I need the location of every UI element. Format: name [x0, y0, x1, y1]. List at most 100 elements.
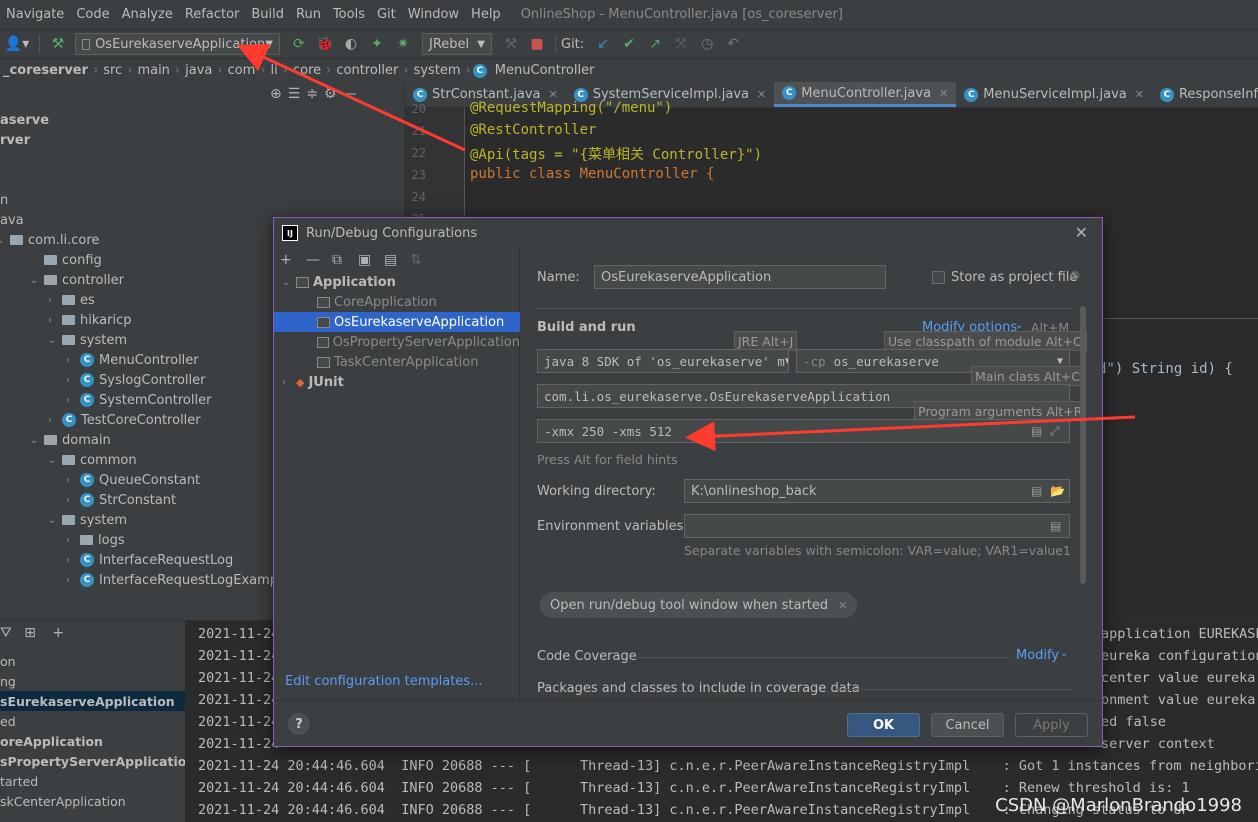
tree-item[interactable]: › hikaricp: [48, 310, 131, 330]
run-list-item[interactable]: oreApplication: [0, 731, 185, 751]
cancel-button[interactable]: Cancel: [931, 713, 1004, 737]
tree-item[interactable]: › C TestCoreController: [48, 410, 201, 430]
tree-item[interactable]: rver: [0, 130, 30, 150]
breadcrumb-item[interactable]: com: [225, 63, 259, 78]
profile-icon[interactable]: ✦: [366, 33, 388, 55]
add-icon[interactable]: +: [52, 625, 64, 641]
tree-item[interactable]: › C StrConstant: [66, 490, 176, 510]
close-icon[interactable]: ✕: [1135, 88, 1144, 101]
gear-icon[interactable]: ⚙: [324, 86, 337, 102]
menu-item-tools[interactable]: Tools: [327, 7, 371, 22]
config-item[interactable]: TaskCenterApplication: [274, 352, 520, 372]
folder-browse-icon[interactable]: 📂: [1050, 484, 1065, 498]
git-commit-icon[interactable]: ✔: [618, 33, 640, 55]
tree-item[interactable]: › C InterfaceRequestLogExample: [66, 570, 290, 590]
remove-config-icon[interactable]: —: [306, 252, 320, 268]
sort-config-icon[interactable]: ⇅: [410, 252, 422, 268]
breadcrumb-item[interactable]: src: [100, 63, 125, 78]
program-args-input[interactable]: -xmx 250 -xms 512: [537, 419, 1070, 443]
breadcrumb-item[interactable]: java: [182, 63, 215, 78]
chevron-right-icon[interactable]: ›: [66, 355, 80, 366]
chevron-right-icon[interactable]: ›: [48, 315, 62, 326]
config-item[interactable]: OsEurekaserveApplication: [274, 312, 520, 332]
tree-junit-node[interactable]: › ◆ JUnit: [274, 372, 520, 392]
chevron-down-icon[interactable]: ⌄: [48, 515, 62, 526]
close-icon[interactable]: ✕: [757, 88, 766, 101]
help-icon[interactable]: ?: [288, 713, 310, 735]
stop-icon[interactable]: ■: [526, 33, 548, 55]
breadcrumb-item[interactable]: controller: [333, 63, 401, 78]
tree-item[interactable]: ⌄ com.li.core: [0, 230, 99, 250]
working-dir-input[interactable]: K:\onlineshop_back: [684, 479, 1070, 503]
tree-item[interactable]: › C SystemController: [66, 390, 211, 410]
run-list-item[interactable]: skCenterApplication: [0, 791, 185, 811]
jre-select[interactable]: java 8 SDK of 'os_eurekaserve' m ▼: [537, 349, 789, 373]
tree-item[interactable]: ⌄ domain: [30, 430, 111, 450]
git-rollback-icon[interactable]: ↶: [722, 33, 744, 55]
menu-item-navigate[interactable]: Navigate: [0, 7, 70, 22]
user-icon[interactable]: 👤▾: [2, 33, 32, 55]
close-icon[interactable]: ✕: [939, 87, 948, 100]
tab-menucontroller-java[interactable]: C MenuController.java ✕: [774, 82, 957, 107]
locate-icon[interactable]: ⊕: [270, 86, 282, 102]
tree-item[interactable]: ⌄ system: [48, 510, 127, 530]
chevron-down-icon[interactable]: ⌄: [0, 235, 10, 246]
menu-item-git[interactable]: Git: [371, 7, 402, 22]
menu-item-analyze[interactable]: Analyze: [116, 7, 179, 22]
breadcrumb-item[interactable]: li: [268, 63, 281, 78]
tree-item[interactable]: ava: [0, 210, 24, 230]
close-icon[interactable]: ✕: [838, 599, 847, 612]
ok-button[interactable]: OK: [847, 713, 920, 737]
tree-item[interactable]: ⌄ common: [48, 450, 137, 470]
chevron-right-icon[interactable]: ›: [66, 475, 80, 486]
config-item[interactable]: CoreApplication: [274, 292, 520, 312]
env-input[interactable]: [684, 514, 1070, 538]
open-tool-window-chip[interactable]: Open run/debug tool window when started …: [540, 592, 858, 618]
debug-bug-icon[interactable]: 🐞: [314, 33, 336, 55]
run-list-item[interactable]: ed: [0, 711, 185, 731]
folder-config-icon[interactable]: ▤: [384, 252, 397, 268]
breadcrumb-item[interactable]: _coreserver: [0, 63, 91, 78]
git-push-icon[interactable]: ↗: [644, 33, 666, 55]
edit-templates-link[interactable]: Edit configuration templates...: [285, 674, 483, 689]
fullscreen-icon[interactable]: ⤢: [1050, 424, 1060, 439]
tree-item[interactable]: n: [0, 190, 8, 210]
copy-config-icon[interactable]: ⧉: [332, 252, 342, 268]
git-history-icon[interactable]: ◷: [696, 33, 718, 55]
chevron-right-icon[interactable]: ›: [66, 555, 80, 566]
tree-item[interactable]: › C QueueConstant: [66, 470, 200, 490]
breadcrumb-item[interactable]: system: [411, 63, 464, 78]
menu-item-run[interactable]: Run: [290, 7, 327, 22]
hammer-disabled-icon[interactable]: ⚒: [500, 33, 522, 55]
tree-item[interactable]: ⌄ system: [48, 330, 127, 350]
chevron-right-icon[interactable]: ›: [48, 415, 62, 426]
expand-all-icon[interactable]: ☰: [288, 86, 301, 102]
tab-responseinfo-java[interactable]: CResponseInfo.java✕: [1152, 82, 1258, 107]
chevron-right-icon[interactable]: ›: [66, 395, 80, 406]
hide-icon[interactable]: —: [343, 86, 357, 102]
expand-field-icon[interactable]: ▤: [1050, 519, 1061, 533]
tree-item[interactable]: › logs: [66, 530, 125, 550]
tree-item[interactable]: aserve: [0, 110, 49, 130]
git-branch-icon[interactable]: ⤧: [670, 33, 692, 55]
coverage-icon[interactable]: ◐: [340, 33, 362, 55]
dialog-scrollbar[interactable]: [1080, 306, 1086, 584]
tree-item[interactable]: › C MenuController: [66, 350, 199, 370]
chevron-right-icon[interactable]: ›: [66, 535, 80, 546]
config-item[interactable]: OsPropertyServerApplication: [274, 332, 520, 352]
build-hammer-icon[interactable]: ⚒: [47, 33, 69, 55]
tree-item[interactable]: config: [30, 250, 102, 270]
tree-item[interactable]: › C SyslogController: [66, 370, 205, 390]
breadcrumb-item[interactable]: core: [290, 63, 324, 78]
tree-application-node[interactable]: ⌄ Application: [274, 272, 520, 292]
menu-item-window[interactable]: Window: [402, 7, 465, 22]
save-config-icon[interactable]: ▣: [358, 252, 371, 268]
pin-icon[interactable]: ⊞: [24, 625, 36, 641]
collapse-all-icon[interactable]: ≑: [306, 86, 318, 102]
store-checkbox[interactable]: [932, 271, 945, 284]
run-list-item[interactable]: sPropertyServerApplication: [0, 751, 185, 771]
git-update-icon[interactable]: ↙: [592, 33, 614, 55]
close-icon[interactable]: ✕: [1075, 223, 1088, 242]
menu-item-refactor[interactable]: Refactor: [179, 7, 246, 22]
chevron-down-icon[interactable]: ⌄: [30, 435, 44, 446]
